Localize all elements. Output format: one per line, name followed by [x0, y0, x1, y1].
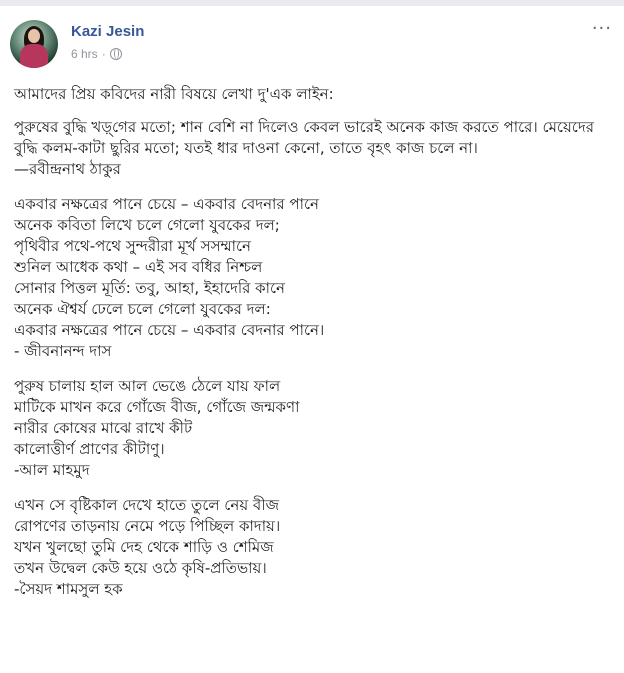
poem-line: একবার নক্ষত্রের পানে চেয়ে – একবার বেদনা… [14, 321, 325, 339]
poem-line: নারীর কোষের মাঝে রাখে কীট [14, 419, 193, 437]
avatar-face [28, 29, 40, 43]
ellipsis-icon[interactable]: ··· [592, 20, 612, 38]
avatar-body [20, 44, 48, 68]
globe-icon[interactable] [109, 48, 122, 60]
post-card: Kazi Jesin 6 hrs · ··· আমাদের প্রিয় কবি… [0, 6, 624, 673]
poem-line: মাটিকে মাখন করে গোঁজে বীজ, গোঁজে জন্মকণা [14, 398, 300, 416]
poem-line: শুনিল আধেক কথা – এই সব বধির নিশ্চল [14, 258, 263, 276]
poem-author: -আল মাহমুদ [14, 461, 90, 479]
poem-line: এখন সে বৃষ্টিকাল দেখে হাতে তুলে নেয় বীজ [14, 496, 279, 514]
quote-author: —রবীন্দ্রনাথ ঠাকুর [14, 160, 121, 178]
post-meta: Kazi Jesin 6 hrs · [71, 23, 144, 62]
poem-block-3: এখন সে বৃষ্টিকাল দেখে হাতে তুলে নেয় বীজ… [14, 495, 614, 600]
poem-author: - জীবনানন্দ দাস [14, 342, 112, 360]
poem-line: অনেক কবিতা লিখে চলে গেলো যুবকের দল; [14, 216, 280, 234]
poem-line: একবার নক্ষত্রের পানে চেয়ে – একবার বেদনা… [14, 195, 319, 213]
poem-line: তখন উদ্বেল কেউ হয়ে ওঠে কৃষি-প্রতিভায়। [14, 559, 267, 577]
meta-separator: · [101, 47, 106, 61]
poem-line: সোনার পিত্তল মূর্তি: তবু, আহা, ইহাদেরি ক… [14, 279, 285, 297]
poem-line: পুরুষ চালায় হাল আল ভেঙে ঠেলে যায় ফাল [14, 377, 281, 395]
intro-text: আমাদের প্রিয় কবিদের নারী বিষয়ে লেখা দু… [14, 84, 614, 105]
poem-line: পৃথিবীর পথে-পথে সুন্দরীরা মূর্খ সসম্মানে [14, 237, 251, 255]
poem-line: কালোত্তীর্ণ প্রাণের কীটাণু। [14, 440, 165, 458]
poem-line: অনেক ঐশ্বর্য ঢেলে চলে গেলো যুবকের দল: [14, 300, 271, 318]
poem-author: -সৈয়দ শামসুল হক [14, 580, 123, 598]
post-header: Kazi Jesin 6 hrs · [10, 20, 144, 70]
post-time-row: 6 hrs · [71, 46, 144, 62]
poem-block-2: পুরুষ চালায় হাল আল ভেঙে ঠেলে যায় ফাল ম… [14, 376, 614, 481]
poem-line: রোপণের তাড়নায় নেমে পড়ে পিচ্ছিল কাদায়… [14, 517, 281, 535]
quote-text: পুরুষের বুদ্ধি খড়্‌গের মতো; শান বেশি না… [14, 118, 594, 157]
post-timestamp[interactable]: 6 hrs [71, 46, 98, 62]
avatar[interactable] [10, 20, 58, 68]
post-body: আমাদের প্রিয় কবিদের নারী বিষয়ে লেখা দু… [14, 84, 614, 614]
quote-block: পুরুষের বুদ্ধি খড়্‌গের মতো; শান বেশি না… [14, 117, 614, 180]
author-name[interactable]: Kazi Jesin [71, 23, 144, 41]
poem-block-1: একবার নক্ষত্রের পানে চেয়ে – একবার বেদনা… [14, 194, 614, 362]
intro-line: আমাদের প্রিয় কবিদের নারী বিষয়ে লেখা দু… [14, 85, 334, 103]
poem-line: যখন খুলছো তুমি দেহ থেকে শাড়ি ও শেমিজ [14, 538, 274, 556]
